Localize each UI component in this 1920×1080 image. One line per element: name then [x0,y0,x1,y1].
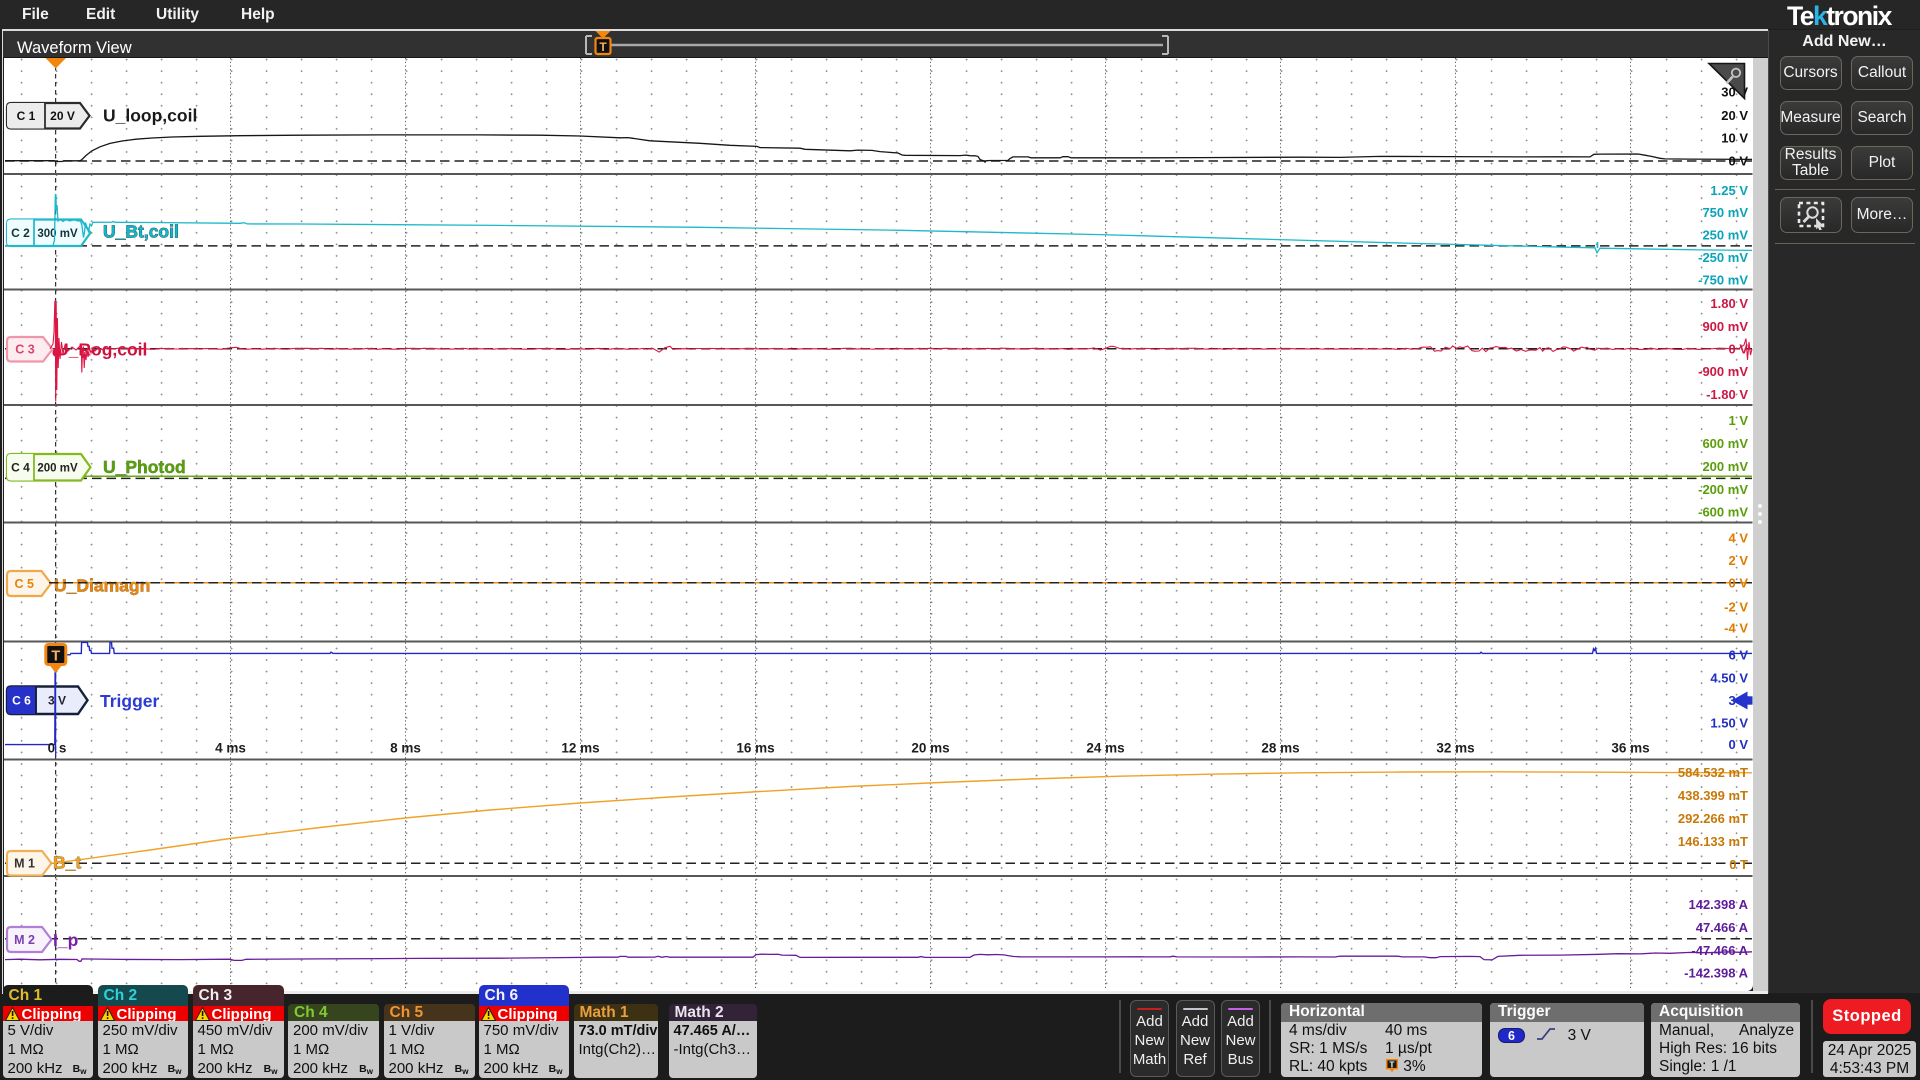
svg-text:M 1: M 1 [14,857,35,871]
svg-text:292.266 mT: 292.266 mT [1678,811,1748,826]
svg-text:-250 mV: -250 mV [1698,250,1748,265]
svg-text:20 ms: 20 ms [911,741,949,756]
svg-text:0 V: 0 V [1728,737,1748,752]
svg-text:200 mV: 200 mV [37,463,78,475]
svg-text:1 V: 1 V [1728,413,1748,428]
svg-text:36 ms: 36 ms [1611,741,1649,756]
svg-text:I_p: I_p [53,930,78,950]
svg-text:3 V: 3 V [48,694,66,708]
svg-text:C 3: C 3 [15,343,35,357]
svg-text:1.25 V: 1.25 V [1710,183,1748,198]
svg-text:-600 mV: -600 mV [1698,505,1748,520]
svg-text:1.50 V: 1.50 V [1710,715,1748,730]
svg-text:Trigger: Trigger [100,691,160,711]
svg-text:750 mV: 750 mV [1702,205,1748,220]
svg-text:T: T [599,40,607,54]
svg-text:900 mV: 900 mV [1702,319,1748,334]
svg-text:0 V: 0 V [1728,342,1748,357]
svg-text:0 T: 0 T [1729,857,1748,872]
svg-text:U_Photod: U_Photod [103,457,186,477]
svg-text:16 ms: 16 ms [736,741,774,756]
svg-text:C 5: C 5 [15,577,35,591]
svg-text:6 V: 6 V [1728,648,1748,663]
svg-text:142.398 A: 142.398 A [1688,897,1748,912]
svg-text:12 ms: 12 ms [561,741,599,756]
svg-text:146.133 mT: 146.133 mT [1678,834,1748,849]
svg-text:U_Bt,coil: U_Bt,coil [103,222,179,242]
svg-text:-1.80 V: -1.80 V [1706,387,1748,402]
svg-text:0 s: 0 s [48,741,67,756]
svg-text:200 mV: 200 mV [1702,459,1748,474]
svg-text:438.399 mT: 438.399 mT [1678,788,1748,803]
svg-text:4 ms: 4 ms [215,741,246,756]
svg-text:-47.466 A: -47.466 A [1691,943,1748,958]
svg-text:T: T [1390,1061,1395,1070]
svg-text:47.466 A: 47.466 A [1696,920,1749,935]
svg-text:584.532 mT: 584.532 mT [1678,765,1748,780]
svg-text:28 ms: 28 ms [1261,741,1299,756]
svg-text:C 1: C 1 [17,109,36,123]
svg-text:4 V: 4 V [1728,531,1748,546]
svg-text:1.80 V: 1.80 V [1710,296,1748,311]
svg-text:8 ms: 8 ms [390,741,421,756]
svg-text:4.50 V: 4.50 V [1710,670,1748,685]
svg-text:24 ms: 24 ms [1086,741,1124,756]
svg-text:C 4: C 4 [11,461,30,475]
svg-text:32 ms: 32 ms [1436,741,1474,756]
svg-text:U_loop,coil: U_loop,coil [103,106,197,126]
svg-text:0 V: 0 V [1728,576,1748,591]
svg-text:-4 V: -4 V [1724,621,1748,636]
svg-text:-2 V: -2 V [1724,599,1748,614]
svg-text:U_Diamagn: U_Diamagn [54,576,150,596]
svg-text:2 V: 2 V [1728,553,1748,568]
svg-text:-200 mV: -200 mV [1698,482,1748,497]
svg-text:C 6: C 6 [12,694,31,708]
svg-text:T: T [51,649,60,665]
svg-text:250 mV: 250 mV [1702,228,1748,243]
svg-text:C 2: C 2 [11,226,30,240]
svg-text:0 V: 0 V [1728,154,1748,169]
svg-text:-900 mV: -900 mV [1698,364,1748,379]
svg-text:20 V: 20 V [50,109,75,123]
svg-text:600 mV: 600 mV [1702,436,1748,451]
svg-text:20 V: 20 V [1721,108,1748,123]
svg-text:10 V: 10 V [1721,131,1748,146]
svg-text:-142.398 A: -142.398 A [1684,966,1748,981]
svg-text:-750 mV: -750 mV [1698,273,1748,288]
svg-text:M 2: M 2 [14,933,35,947]
svg-text:300 mV: 300 mV [37,228,78,240]
